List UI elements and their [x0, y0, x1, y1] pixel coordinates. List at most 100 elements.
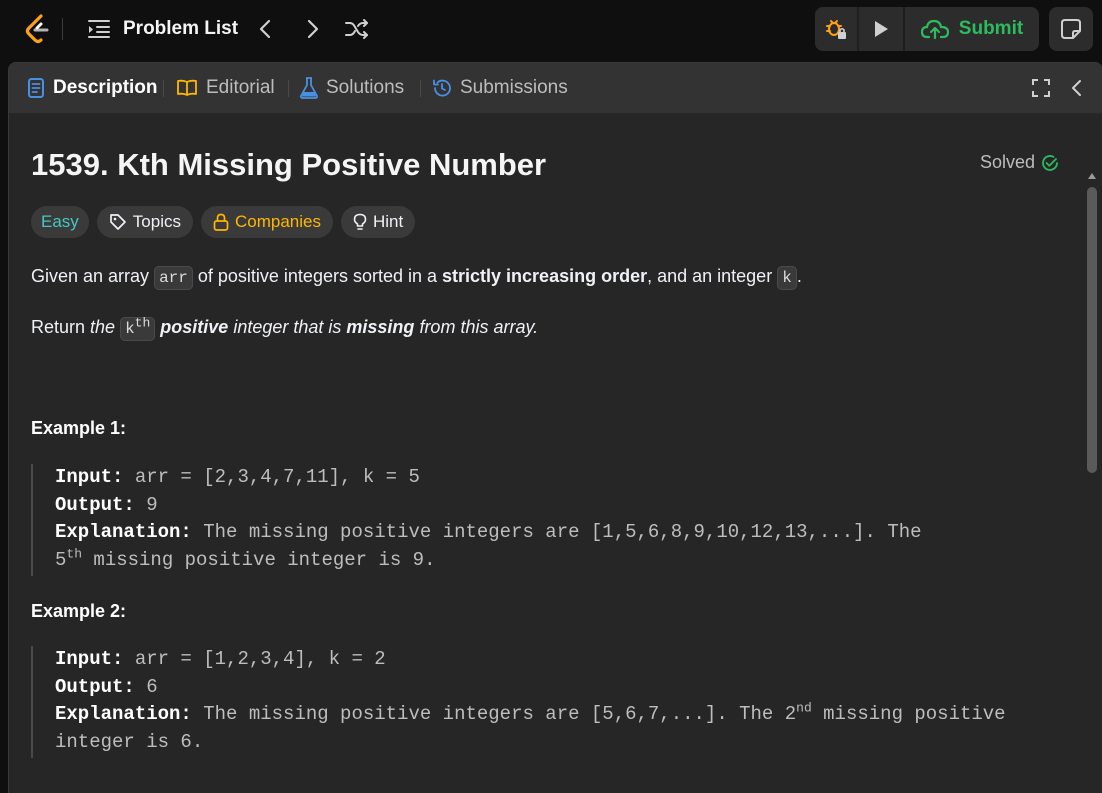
hint-tag[interactable]: Hint [340, 206, 416, 238]
chevron-left-icon [259, 19, 271, 39]
problem-list-link[interactable]: Problem List [123, 18, 238, 40]
output-label: Output: [55, 493, 135, 516]
tab-description[interactable]: Description [27, 63, 158, 113]
problem-statement-paragraph: Given an array arr of positive integers … [31, 263, 802, 291]
code-action-group: Submit [815, 7, 1039, 51]
scroll-up-icon[interactable] [1087, 168, 1097, 179]
debug-button[interactable] [815, 7, 857, 51]
output-value: 9 [146, 493, 158, 516]
inline-code: kth [120, 315, 156, 341]
solved-label: Solved [980, 152, 1036, 172]
hint-label: Hint [372, 212, 404, 231]
explanation-label: Explanation: [55, 521, 192, 543]
run-button[interactable] [859, 7, 903, 51]
companies-tag[interactable]: Companies [200, 206, 333, 238]
explanation-text: 5 [55, 548, 67, 571]
lock-icon [213, 213, 229, 231]
output-value: 6 [146, 675, 158, 698]
companies-label: Companies [234, 212, 321, 231]
chevron-left-icon [1072, 80, 1081, 96]
input-label: Input: [55, 466, 124, 488]
submit-label: Submit [958, 18, 1024, 39]
explanation-text: The missing positive integers are [5,6,7… [203, 703, 797, 725]
history-icon [433, 79, 451, 97]
description-icon [28, 78, 44, 98]
bold-italic-text: missing [346, 317, 415, 337]
explanation-text: integer is 6. [55, 730, 204, 753]
example-explanation-line: Explanation: The missing positive intege… [55, 519, 922, 547]
example-output-line: Output: 9 [55, 492, 922, 520]
tab-description-label: Description [53, 77, 158, 98]
logo-divider [62, 18, 63, 40]
text: of positive integers sorted in a [192, 266, 443, 286]
tab-solutions-label: Solutions [326, 77, 405, 98]
maximize-panel-button[interactable] [1031, 63, 1051, 113]
submit-button[interactable]: Submit [905, 7, 1039, 51]
explanation-text: The missing positive integers are [1,5,6… [203, 521, 922, 543]
example-2-block: Input: arr = [1,2,3,4], k = 2 Output: 6 … [31, 646, 1006, 758]
tab-divider [163, 80, 164, 97]
explanation-text: missing positive [811, 703, 1006, 725]
check-circle-icon [1042, 154, 1058, 171]
maximize-icon [1032, 79, 1050, 97]
note-icon [1061, 19, 1081, 39]
input-label: Input: [55, 648, 124, 670]
tab-editorial-label: Editorial [206, 77, 275, 98]
random-problem-button[interactable] [342, 16, 372, 42]
example-input-line: Input: arr = [2,3,4,7,11], k = 5 [55, 464, 922, 492]
scrollbar[interactable] [1087, 187, 1097, 477]
superscript: th [134, 315, 151, 331]
difficulty-badge: Easy [31, 206, 89, 238]
example-explanation-line: integer is 6. [55, 729, 1006, 757]
problem-list-icon[interactable] [88, 19, 110, 39]
example-input-line: Input: arr = [1,2,3,4], k = 2 [55, 646, 1006, 674]
example-output-line: Output: 6 [55, 674, 1006, 702]
example-explanation-line: 5th missing positive integer is 9. [55, 547, 922, 575]
leetcode-logo-icon[interactable] [24, 14, 52, 44]
code-text: k [125, 320, 135, 338]
notes-button[interactable] [1049, 7, 1093, 51]
lightbulb-icon [353, 213, 367, 230]
problem-tags: Easy Topics Companies Hint [31, 206, 416, 238]
flask-icon [300, 77, 318, 99]
top-navbar: Problem List Submit [0, 0, 1102, 58]
description-panel: Description Editorial Solutions Submissi… [8, 62, 1102, 793]
play-icon [875, 21, 888, 37]
prev-problem-button[interactable] [252, 16, 278, 42]
tab-editorial[interactable]: Editorial [176, 63, 275, 113]
example-explanation-line: Explanation: The missing positive intege… [55, 701, 1006, 729]
tag-icon [109, 214, 126, 230]
superscript: nd [796, 700, 812, 716]
scrollbar-thumb[interactable] [1087, 187, 1097, 473]
bold-text: strictly increasing order [442, 266, 648, 286]
italic-text: integer that is [228, 317, 347, 337]
text: , and an integer [647, 266, 778, 286]
topics-label: Topics [132, 212, 181, 231]
topics-tag[interactable]: Topics [96, 206, 193, 238]
panel-tabbar: Description Editorial Solutions Submissi… [9, 63, 1102, 113]
input-value: arr = [1,2,3,4], k = 2 [134, 648, 386, 670]
text: . [796, 266, 802, 286]
italic-text: from this array. [414, 317, 539, 337]
chevron-right-icon [307, 19, 319, 39]
solved-status: Solved [980, 152, 1059, 173]
problem-task-paragraph: Return the kth positive integer that is … [31, 314, 538, 342]
book-icon [177, 79, 197, 96]
text: Given an array [31, 266, 155, 286]
tab-divider [288, 80, 289, 97]
superscript: th [66, 546, 83, 562]
explanation-label: Explanation: [55, 703, 192, 725]
problem-title[interactable]: 1539. Kth Missing Positive Number [31, 147, 546, 183]
tab-submissions[interactable]: Submissions [432, 63, 568, 113]
example-2-title: Example 2: [31, 601, 127, 621]
explanation-text: missing positive integer is 9. [82, 548, 436, 571]
collapse-panel-button[interactable] [1069, 63, 1083, 113]
inline-code: k [777, 266, 797, 290]
tab-divider [420, 80, 421, 97]
cloud-upload-icon [920, 19, 949, 40]
tab-solutions[interactable]: Solutions [300, 63, 404, 113]
output-label: Output: [55, 675, 135, 698]
next-problem-button[interactable] [300, 16, 326, 42]
italic-text: the [90, 317, 121, 337]
input-value: arr = [2,3,4,7,11], k = 5 [134, 466, 420, 488]
